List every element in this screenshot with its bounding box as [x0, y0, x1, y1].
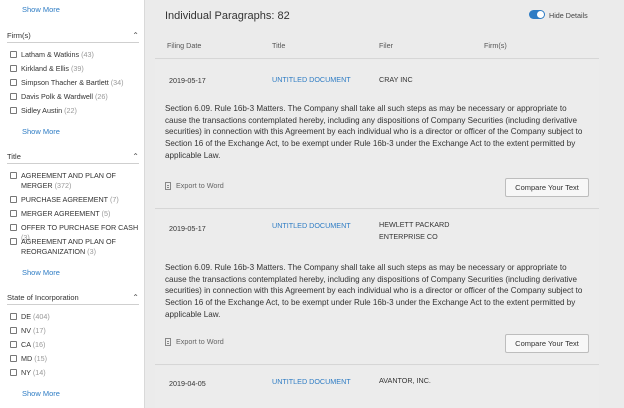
- document-icon: [165, 181, 171, 190]
- checkbox[interactable]: [10, 355, 17, 362]
- compare-your-text-button[interactable]: Compare Your Text: [505, 334, 589, 353]
- state-filter-option[interactable]: NY (14): [10, 368, 140, 378]
- checkbox[interactable]: [10, 327, 17, 334]
- state-filter-option[interactable]: MD (15): [10, 354, 140, 364]
- checkbox[interactable]: [10, 369, 17, 376]
- results-panel: Individual Paragraphs: 82 Hide Details F…: [155, 0, 599, 408]
- show-more-states-link[interactable]: Show More: [22, 389, 60, 398]
- firm-filter-option[interactable]: Davis Polk & Wardwell (26): [10, 92, 140, 102]
- checkbox[interactable]: [10, 107, 17, 114]
- title-filter-option[interactable]: AGREEMENT AND PLAN OF REORGANIZATION (3): [10, 237, 140, 256]
- checkbox[interactable]: [10, 210, 17, 217]
- export-to-word-link[interactable]: Export to Word: [165, 181, 224, 190]
- facet-title-state: State of Incorporation: [7, 293, 79, 302]
- divider: [7, 42, 139, 43]
- state-filter-option[interactable]: NV (17): [10, 326, 140, 336]
- export-label: Export to Word: [176, 337, 224, 346]
- checkbox[interactable]: [10, 79, 17, 86]
- filer-name: CRAY INC: [379, 75, 413, 84]
- compare-your-text-button[interactable]: Compare Your Text: [505, 178, 589, 197]
- title-filter-option[interactable]: MERGER AGREEMENT (5): [10, 209, 140, 219]
- divider: [155, 58, 599, 59]
- firm-filter-option[interactable]: Simpson Thacher & Bartlett (34): [10, 78, 140, 88]
- filing-date: 2019-05-17: [169, 76, 206, 85]
- export-label: Export to Word: [176, 181, 224, 190]
- facet-header-title[interactable]: Title ⌃: [7, 152, 139, 161]
- divider: [7, 304, 139, 305]
- results-heading: Individual Paragraphs: 82: [165, 10, 290, 22]
- filter-sidebar: Show More Firm(s) ⌃ Latham & Watkins (43…: [0, 0, 145, 408]
- checkbox[interactable]: [10, 93, 17, 100]
- document-icon: [165, 337, 171, 346]
- checkbox[interactable]: [10, 313, 17, 320]
- checkbox[interactable]: [10, 196, 17, 203]
- show-more-link[interactable]: Show More: [22, 5, 60, 14]
- document-title-link[interactable]: UNTITLED DOCUMENT: [272, 221, 351, 230]
- export-to-word-link[interactable]: Export to Word: [165, 337, 224, 346]
- document-title-link[interactable]: UNTITLED DOCUMENT: [272, 377, 351, 386]
- state-filter-option[interactable]: DE (404): [10, 312, 140, 322]
- chevron-up-icon[interactable]: ⌃: [132, 152, 139, 161]
- show-more-firms-link[interactable]: Show More: [22, 127, 60, 136]
- hide-details-toggle[interactable]: [529, 10, 545, 19]
- firm-filter-option[interactable]: Latham & Watkins (43): [10, 50, 140, 60]
- result-card: 2019-05-17 UNTITLED DOCUMENT HEWLETT PAC…: [155, 210, 599, 365]
- checkbox[interactable]: [10, 172, 17, 179]
- chevron-up-icon[interactable]: ⌃: [132, 31, 139, 40]
- firm-filter-option[interactable]: Sidley Austin (22): [10, 106, 140, 116]
- divider: [7, 163, 139, 164]
- checkbox[interactable]: [10, 51, 17, 58]
- column-header-firms[interactable]: Firm(s): [484, 41, 507, 50]
- checkbox[interactable]: [10, 238, 17, 245]
- filing-date: 2019-04-05: [169, 379, 206, 388]
- chevron-up-icon[interactable]: ⌃: [132, 293, 139, 302]
- facet-header-firms[interactable]: Firm(s) ⌃: [7, 31, 139, 40]
- paragraph-text: Section 6.09. Rule 16b-3 Matters. The Co…: [165, 104, 583, 160]
- checkbox[interactable]: [10, 341, 17, 348]
- filer-name: HEWLETT PACKARD ENTERPRISE CO: [379, 220, 450, 241]
- firm-filter-option[interactable]: Kirkland & Ellis (39): [10, 64, 140, 74]
- filing-date: 2019-05-17: [169, 224, 206, 233]
- show-more-titles-link[interactable]: Show More: [22, 268, 60, 277]
- checkbox[interactable]: [10, 224, 17, 231]
- facet-title-firms: Firm(s): [7, 31, 31, 40]
- title-filter-option[interactable]: PURCHASE AGREEMENT (7): [10, 195, 140, 205]
- document-title-link[interactable]: UNTITLED DOCUMENT: [272, 75, 351, 84]
- checkbox[interactable]: [10, 65, 17, 72]
- paragraph-text: Section 6.09. Rule 16b-3 Matters. The Co…: [165, 263, 583, 319]
- hide-details-label[interactable]: Hide Details: [549, 11, 588, 20]
- state-filter-option[interactable]: CA (16): [10, 340, 140, 350]
- title-filter-option[interactable]: AGREEMENT AND PLAN OF MERGER (372): [10, 171, 140, 190]
- facet-header-state[interactable]: State of Incorporation ⌃: [7, 293, 139, 302]
- column-header-filing-date[interactable]: Filing Date: [167, 41, 201, 50]
- facet-title-title: Title: [7, 152, 21, 161]
- result-card: 2019-04-05 UNTITLED DOCUMENT AVANTOR, IN…: [155, 366, 599, 408]
- result-card: 2019-05-17 UNTITLED DOCUMENT CRAY INC Se…: [155, 60, 599, 209]
- column-header-title[interactable]: Title: [272, 41, 285, 50]
- filer-name: AVANTOR, INC.: [379, 376, 431, 385]
- column-header-filer[interactable]: Filer: [379, 41, 393, 50]
